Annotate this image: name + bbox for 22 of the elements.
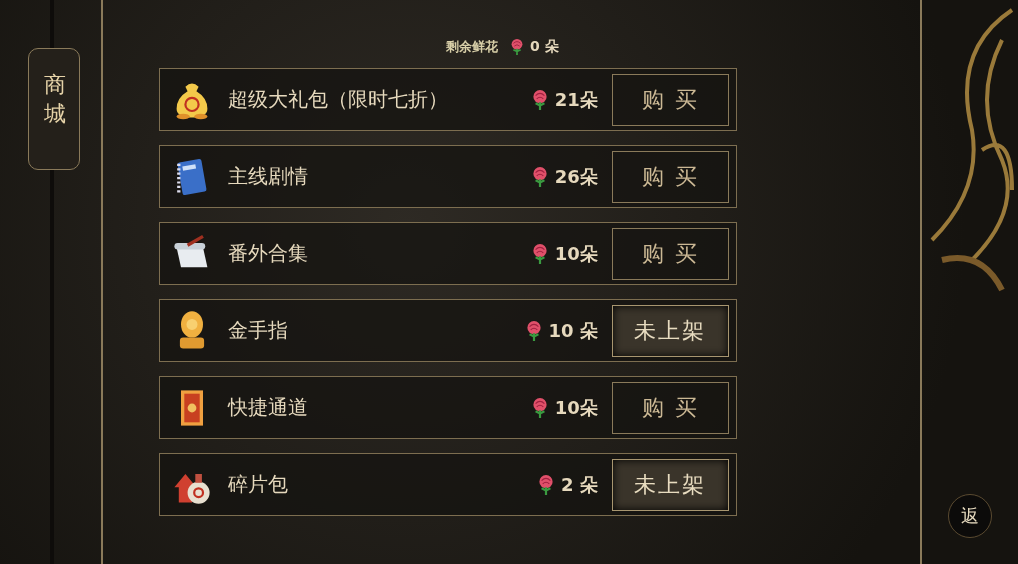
item-name: 金手指	[227, 317, 289, 344]
item-price: 10朵	[554, 241, 598, 266]
buy-button[interactable]: 购 买	[611, 227, 729, 280]
item-price: 10朵	[554, 395, 598, 420]
item-name: 快捷通道	[227, 394, 309, 421]
buy-button[interactable]: 购 买	[611, 150, 729, 203]
buy-button[interactable]: 购 买	[611, 381, 729, 434]
balance-label: 剩余鲜花	[445, 38, 498, 56]
item-name: 超级大礼包（限时七折）	[227, 86, 449, 113]
unavailable-button[interactable]: 未上架	[611, 304, 729, 357]
back-button[interactable]: 返	[948, 494, 992, 538]
item-price: 10 朵	[548, 318, 598, 343]
unavailable-button[interactable]: 未上架	[611, 458, 729, 511]
item-price: 26朵	[554, 164, 598, 189]
item-price: 2 朵	[561, 472, 598, 497]
item-price: 21朵	[554, 87, 598, 112]
store-tab[interactable]: 商城	[28, 48, 80, 170]
item-name: 碎片包	[227, 471, 289, 498]
item-name: 番外合集	[227, 240, 309, 267]
buy-button[interactable]: 购 买	[611, 73, 729, 126]
item-name: 主线剧情	[227, 163, 309, 190]
balance-amount: 0 朵	[529, 38, 559, 56]
